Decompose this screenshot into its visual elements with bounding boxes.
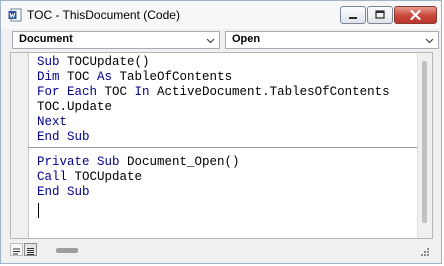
code-line[interactable]: Next: [37, 115, 390, 130]
code-keyword: As: [97, 70, 120, 84]
procedure-combo-value: Open: [232, 33, 261, 45]
resize-grip-icon[interactable]: [421, 248, 429, 256]
close-button[interactable]: [394, 6, 437, 24]
code-keyword: End Sub: [37, 185, 90, 199]
procedure-view-button[interactable]: [10, 243, 23, 256]
text-cursor: [38, 203, 39, 218]
code-text: TableOfContents: [119, 70, 233, 84]
margin-indicator-bar[interactable]: [11, 53, 29, 238]
full-module-view-icon: [27, 248, 34, 255]
chevron-down-icon[interactable]: [206, 36, 215, 45]
code-text: ActiveDocument.TablesOfContents: [157, 85, 390, 99]
code-text: TOC: [67, 70, 98, 84]
code-line[interactable]: TOC.Update: [37, 100, 390, 115]
vertical-scroll-thumb[interactable]: [422, 61, 427, 223]
code-block-document-open[interactable]: Private Sub Document_Open() Call TOCUpdat…: [37, 155, 240, 200]
code-text: TOCUpdate(): [67, 55, 150, 69]
code-text: TOCUpdate: [74, 170, 143, 184]
window-title: TOC - ThisDocument (Code): [27, 8, 180, 22]
chevron-down-icon[interactable]: [425, 36, 434, 45]
code-window: TOC - ThisDocument (Code) Document Open …: [0, 0, 442, 264]
procedure-view-icon: [13, 248, 20, 255]
code-text: TOC.Update: [37, 100, 113, 114]
code-keyword: Dim: [37, 70, 68, 84]
procedure-combo[interactable]: Open: [225, 31, 439, 49]
code-line[interactable]: Call TOCUpdate: [37, 170, 240, 185]
full-module-view-button[interactable]: [24, 243, 37, 256]
code-line[interactable]: End Sub: [37, 185, 240, 200]
code-block-toc-update[interactable]: Sub TOCUpdate() Dim TOC As TableOfContent…: [37, 55, 390, 145]
procedure-separator: [28, 147, 418, 148]
title-bar[interactable]: TOC - ThisDocument (Code): [1, 1, 441, 29]
code-line[interactable]: For Each TOC In ActiveDocument.TablesOfC…: [37, 85, 390, 100]
object-combo[interactable]: Document: [12, 31, 220, 49]
code-keyword: Sub: [37, 55, 68, 69]
code-line[interactable]: Private Sub Document_Open(): [37, 155, 240, 170]
bottom-bar: [10, 240, 433, 260]
code-line[interactable]: Sub TOCUpdate(): [37, 55, 390, 70]
horizontal-scroll-thumb[interactable]: [56, 248, 78, 253]
vertical-scrollbar[interactable]: [417, 53, 432, 238]
code-line[interactable]: Dim TOC As TableOfContents: [37, 70, 390, 85]
minimize-icon: [349, 17, 357, 19]
code-text: Document_Open(): [127, 155, 240, 169]
maximize-button[interactable]: [367, 6, 393, 24]
minimize-button[interactable]: [340, 6, 366, 24]
code-line[interactable]: End Sub: [37, 130, 390, 145]
code-keyword: For Each: [37, 85, 105, 99]
code-editor[interactable]: Sub TOCUpdate() Dim TOC As TableOfContent…: [10, 52, 433, 239]
code-keyword: Call: [37, 170, 75, 184]
code-keyword: End Sub: [37, 130, 90, 144]
close-icon: [410, 9, 421, 21]
code-keyword: Next: [37, 115, 68, 129]
code-toolbar: Document Open: [1, 29, 441, 51]
code-keyword: In: [134, 85, 158, 99]
code-text: TOC: [104, 85, 135, 99]
word-document-icon: [8, 8, 22, 22]
maximize-icon: [375, 10, 385, 19]
object-combo-value: Document: [19, 33, 73, 45]
code-keyword: Private Sub: [37, 155, 128, 169]
